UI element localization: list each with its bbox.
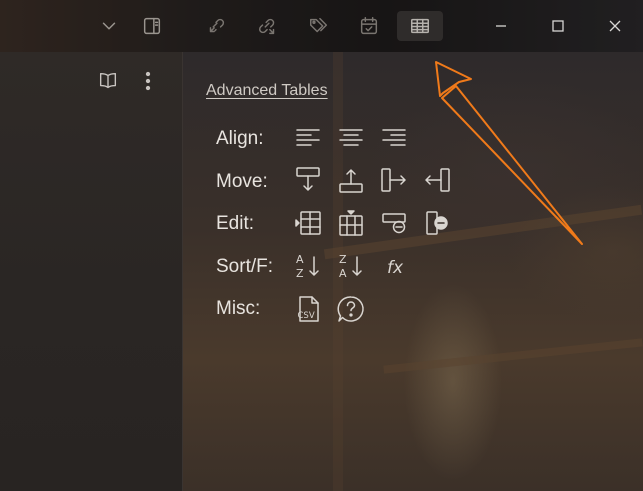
delete-column-icon[interactable] (421, 207, 453, 239)
misc-label: Misc: (216, 298, 261, 319)
minimize-icon (495, 25, 506, 27)
delete-row-icon[interactable] (378, 207, 410, 239)
more-options-icon[interactable] (138, 69, 158, 93)
align-right-icon[interactable] (378, 122, 410, 154)
reading-view-icon[interactable] (96, 69, 120, 93)
sort-ascending-bottom-letter: Z (296, 267, 304, 280)
sort-formula-label: Sort/F: (216, 256, 274, 277)
maximize-icon (551, 20, 564, 32)
sidebar-toggle-icon[interactable] (138, 12, 166, 40)
sort-descending-bottom-letter: A (339, 267, 347, 280)
insert-column-icon[interactable] (335, 207, 367, 239)
sort-ascending-icon[interactable]: A Z (292, 250, 324, 282)
formula-text: fx (387, 258, 404, 278)
left-pane (0, 52, 183, 491)
minimize-button[interactable] (472, 0, 529, 52)
advanced-tables-title[interactable]: Advanced Tables (206, 82, 328, 100)
move-column-right-icon[interactable] (378, 164, 410, 196)
backlinks-icon[interactable] (202, 12, 230, 40)
calendar-icon[interactable] (355, 12, 383, 40)
outgoing-links-icon[interactable] (254, 12, 282, 40)
align-label: Align: (216, 128, 264, 149)
move-label: Move: (216, 171, 268, 192)
sort-descending-icon[interactable]: Z A (335, 250, 367, 282)
align-left-icon[interactable] (292, 122, 324, 154)
sort-descending-top-letter: Z (339, 253, 347, 266)
maximize-button[interactable] (529, 0, 586, 52)
help-icon[interactable] (335, 293, 367, 325)
move-row-down-icon[interactable] (292, 164, 324, 196)
edit-label: Edit: (216, 213, 255, 234)
csv-text: CSV (298, 311, 315, 321)
csv-export-icon[interactable]: CSV (292, 293, 324, 325)
insert-row-icon[interactable] (292, 207, 324, 239)
formula-icon[interactable]: fx (380, 250, 412, 282)
move-row-up-icon[interactable] (335, 164, 367, 196)
align-center-icon[interactable] (335, 122, 367, 154)
sort-ascending-top-letter: A (296, 253, 304, 266)
tags-icon[interactable] (305, 12, 333, 40)
close-button[interactable] (586, 0, 643, 52)
advanced-tables-icon[interactable] (397, 11, 443, 41)
chevron-down-icon[interactable] (95, 12, 123, 40)
move-column-left-icon[interactable] (421, 164, 453, 196)
close-icon (609, 20, 620, 32)
